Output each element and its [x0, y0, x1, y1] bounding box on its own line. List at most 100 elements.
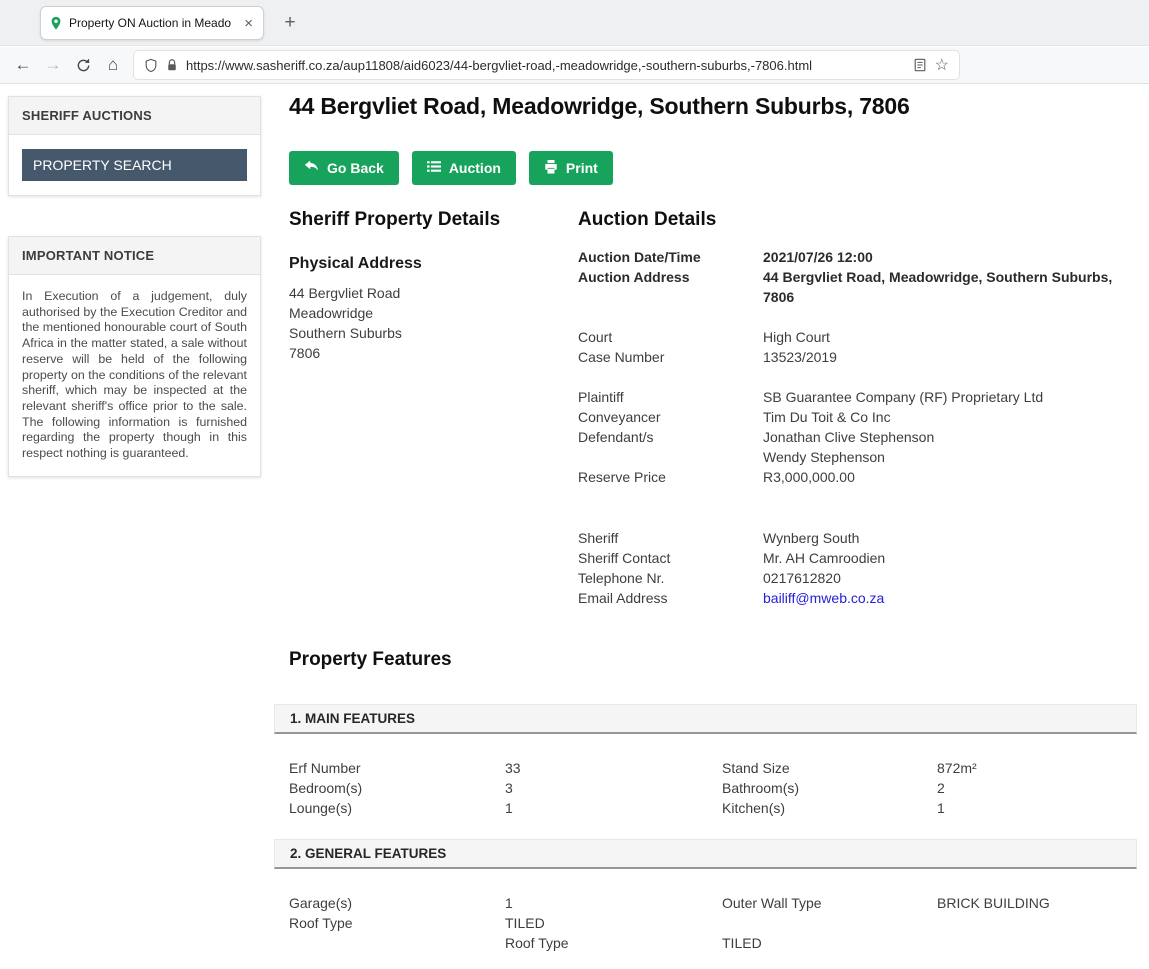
- new-tab-button[interactable]: +: [276, 9, 304, 37]
- auction-address-label: Auction Address: [578, 267, 763, 307]
- sheriff-value: Wynberg South: [763, 528, 1137, 548]
- lock-icon[interactable]: [166, 58, 178, 72]
- sheriff-label: Sheriff: [578, 528, 763, 548]
- court-label: Court: [578, 327, 763, 347]
- feature-label: [722, 913, 937, 933]
- map-pin-favicon-icon: [49, 16, 63, 30]
- browser-window: Property ON Auction in Meado × + ← → ⌂ h…: [0, 0, 1149, 969]
- url-text: https://www.sasheriff.co.za/aup11808/aid…: [186, 58, 905, 73]
- telephone-label: Telephone Nr.: [578, 568, 763, 588]
- important-notice-card: IMPORTANT NOTICE In Execution of a judge…: [8, 236, 261, 477]
- home-button[interactable]: ⌂: [98, 51, 128, 79]
- auction-datetime-label: Auction Date/Time: [578, 247, 763, 267]
- auction-label: Auction: [449, 160, 501, 176]
- reload-button[interactable]: [68, 51, 98, 79]
- feature-value: Roof Type: [505, 933, 722, 953]
- feature-label: Bedroom(s): [289, 778, 505, 798]
- feature-value: 2: [937, 778, 1137, 798]
- feature-value: 1: [505, 893, 722, 913]
- property-details-section: Sheriff Property Details Physical Addres…: [289, 209, 578, 608]
- feature-label: TILED: [722, 933, 937, 953]
- email-link[interactable]: bailiff@mweb.co.za: [763, 588, 1137, 608]
- email-label: Email Address: [578, 588, 763, 608]
- feature-label: Roof Type: [289, 913, 505, 933]
- feature-value: [937, 913, 1137, 933]
- bookmark-star-icon[interactable]: ☆: [935, 55, 949, 75]
- case-number-value: 13523/2019: [763, 347, 1137, 367]
- address-line: Southern Suburbs: [289, 323, 578, 343]
- defendant-value-1: Jonathan Clive Stephenson: [763, 427, 1137, 447]
- tracking-protection-shield-icon[interactable]: [144, 58, 158, 73]
- sheriff-contact-label: Sheriff Contact: [578, 548, 763, 568]
- reply-arrow-icon: [304, 160, 319, 176]
- tab-bar: Property ON Auction in Meado × +: [0, 0, 1149, 46]
- property-features-heading: Property Features: [289, 649, 1137, 671]
- go-back-button[interactable]: Go Back: [289, 151, 399, 185]
- go-back-label: Go Back: [327, 160, 384, 176]
- auction-address-value: 44 Bergvliet Road, Meadowridge, Southern…: [763, 267, 1137, 307]
- address-line: 44 Bergvliet Road: [289, 283, 578, 303]
- conveyancer-label: Conveyancer: [578, 407, 763, 427]
- important-notice-text: In Execution of a judgement, duly author…: [22, 289, 247, 462]
- auction-details-heading: Auction Details: [578, 209, 1137, 231]
- address-line: Meadowridge: [289, 303, 578, 323]
- main-features-header: 1. MAIN FEATURES: [274, 704, 1137, 734]
- tab-close-icon[interactable]: ×: [242, 16, 255, 31]
- reader-view-icon[interactable]: [913, 58, 927, 72]
- feature-value: 1: [937, 798, 1137, 818]
- sheriff-contact-value: Mr. AH Camroodien: [763, 548, 1137, 568]
- page-content: SHERIFF AUCTIONS PROPERTY SEARCH IMPORTA…: [0, 84, 1149, 969]
- sheriff-auctions-title: SHERIFF AUCTIONS: [9, 97, 260, 135]
- feature-label: [289, 933, 505, 953]
- auction-details-section: Auction Details Auction Date/Time 2021/0…: [578, 209, 1137, 608]
- browser-tab[interactable]: Property ON Auction in Meado ×: [40, 6, 264, 40]
- important-notice-title: IMPORTANT NOTICE: [9, 237, 260, 275]
- property-details-heading: Sheriff Property Details: [289, 209, 578, 231]
- feature-value: 1: [505, 798, 722, 818]
- feature-label: Garage(s): [289, 893, 505, 913]
- print-label: Print: [566, 160, 598, 176]
- general-features-header: 2. GENERAL FEATURES: [274, 839, 1137, 869]
- defendant-label-spacer: [578, 447, 763, 467]
- court-group: Court High Court Case Number 13523/2019: [578, 327, 1137, 367]
- feature-label: Kitchen(s): [722, 798, 937, 818]
- reserve-price-value: R3,000,000.00: [763, 467, 1137, 487]
- feature-value: 33: [505, 758, 722, 778]
- sheriff-auctions-card: SHERIFF AUCTIONS PROPERTY SEARCH: [8, 96, 261, 196]
- feature-value: TILED: [505, 913, 722, 933]
- physical-address-heading: Physical Address: [289, 255, 578, 273]
- auction-button[interactable]: Auction: [412, 151, 516, 185]
- feature-label: Outer Wall Type: [722, 893, 937, 913]
- conveyancer-value: Tim Du Toit & Co Inc: [763, 407, 1137, 427]
- forward-button[interactable]: →: [38, 51, 68, 79]
- auction-datetime-value: 2021/07/26 12:00: [763, 247, 1137, 267]
- navigation-toolbar: ← → ⌂ https://www.sasheriff.co.za/aup118…: [0, 47, 1149, 84]
- main-features-table: Erf Number 33 Stand Size 872m² Bedroom(s…: [289, 758, 1137, 818]
- printer-icon: [544, 160, 558, 177]
- defendant-label: Defendant/s: [578, 427, 763, 447]
- action-toolbar: Go Back Auction Print: [289, 151, 1137, 185]
- feature-value: [937, 933, 1137, 953]
- defendant-value-2: Wendy Stephenson: [763, 447, 1137, 467]
- url-bar[interactable]: https://www.sasheriff.co.za/aup11808/aid…: [134, 51, 959, 79]
- parties-group: Plaintiff SB Guarantee Company (RF) Prop…: [578, 387, 1137, 487]
- print-button[interactable]: Print: [529, 151, 613, 185]
- list-icon: [427, 160, 441, 176]
- address-line: 7806: [289, 343, 578, 363]
- sheriff-group: Sheriff Wynberg South Sheriff Contact Mr…: [578, 528, 1137, 608]
- general-features-table: Garage(s) 1 Outer Wall Type BRICK BUILDI…: [289, 893, 1137, 953]
- page-title: 44 Bergvliet Road, Meadowridge, Southern…: [289, 93, 1137, 120]
- feature-label: Bathroom(s): [722, 778, 937, 798]
- court-value: High Court: [763, 327, 1137, 347]
- feature-value: 3: [505, 778, 722, 798]
- back-button[interactable]: ←: [8, 51, 38, 79]
- reserve-price-label: Reserve Price: [578, 467, 763, 487]
- feature-value: 872m²: [937, 758, 1137, 778]
- property-search-button[interactable]: PROPERTY SEARCH: [22, 149, 247, 181]
- case-number-label: Case Number: [578, 347, 763, 367]
- auction-when-where-group: Auction Date/Time 2021/07/26 12:00 Aucti…: [578, 247, 1137, 307]
- plaintiff-value: SB Guarantee Company (RF) Proprietary Lt…: [763, 387, 1137, 407]
- feature-label: Stand Size: [722, 758, 937, 778]
- plaintiff-label: Plaintiff: [578, 387, 763, 407]
- feature-label: Erf Number: [289, 758, 505, 778]
